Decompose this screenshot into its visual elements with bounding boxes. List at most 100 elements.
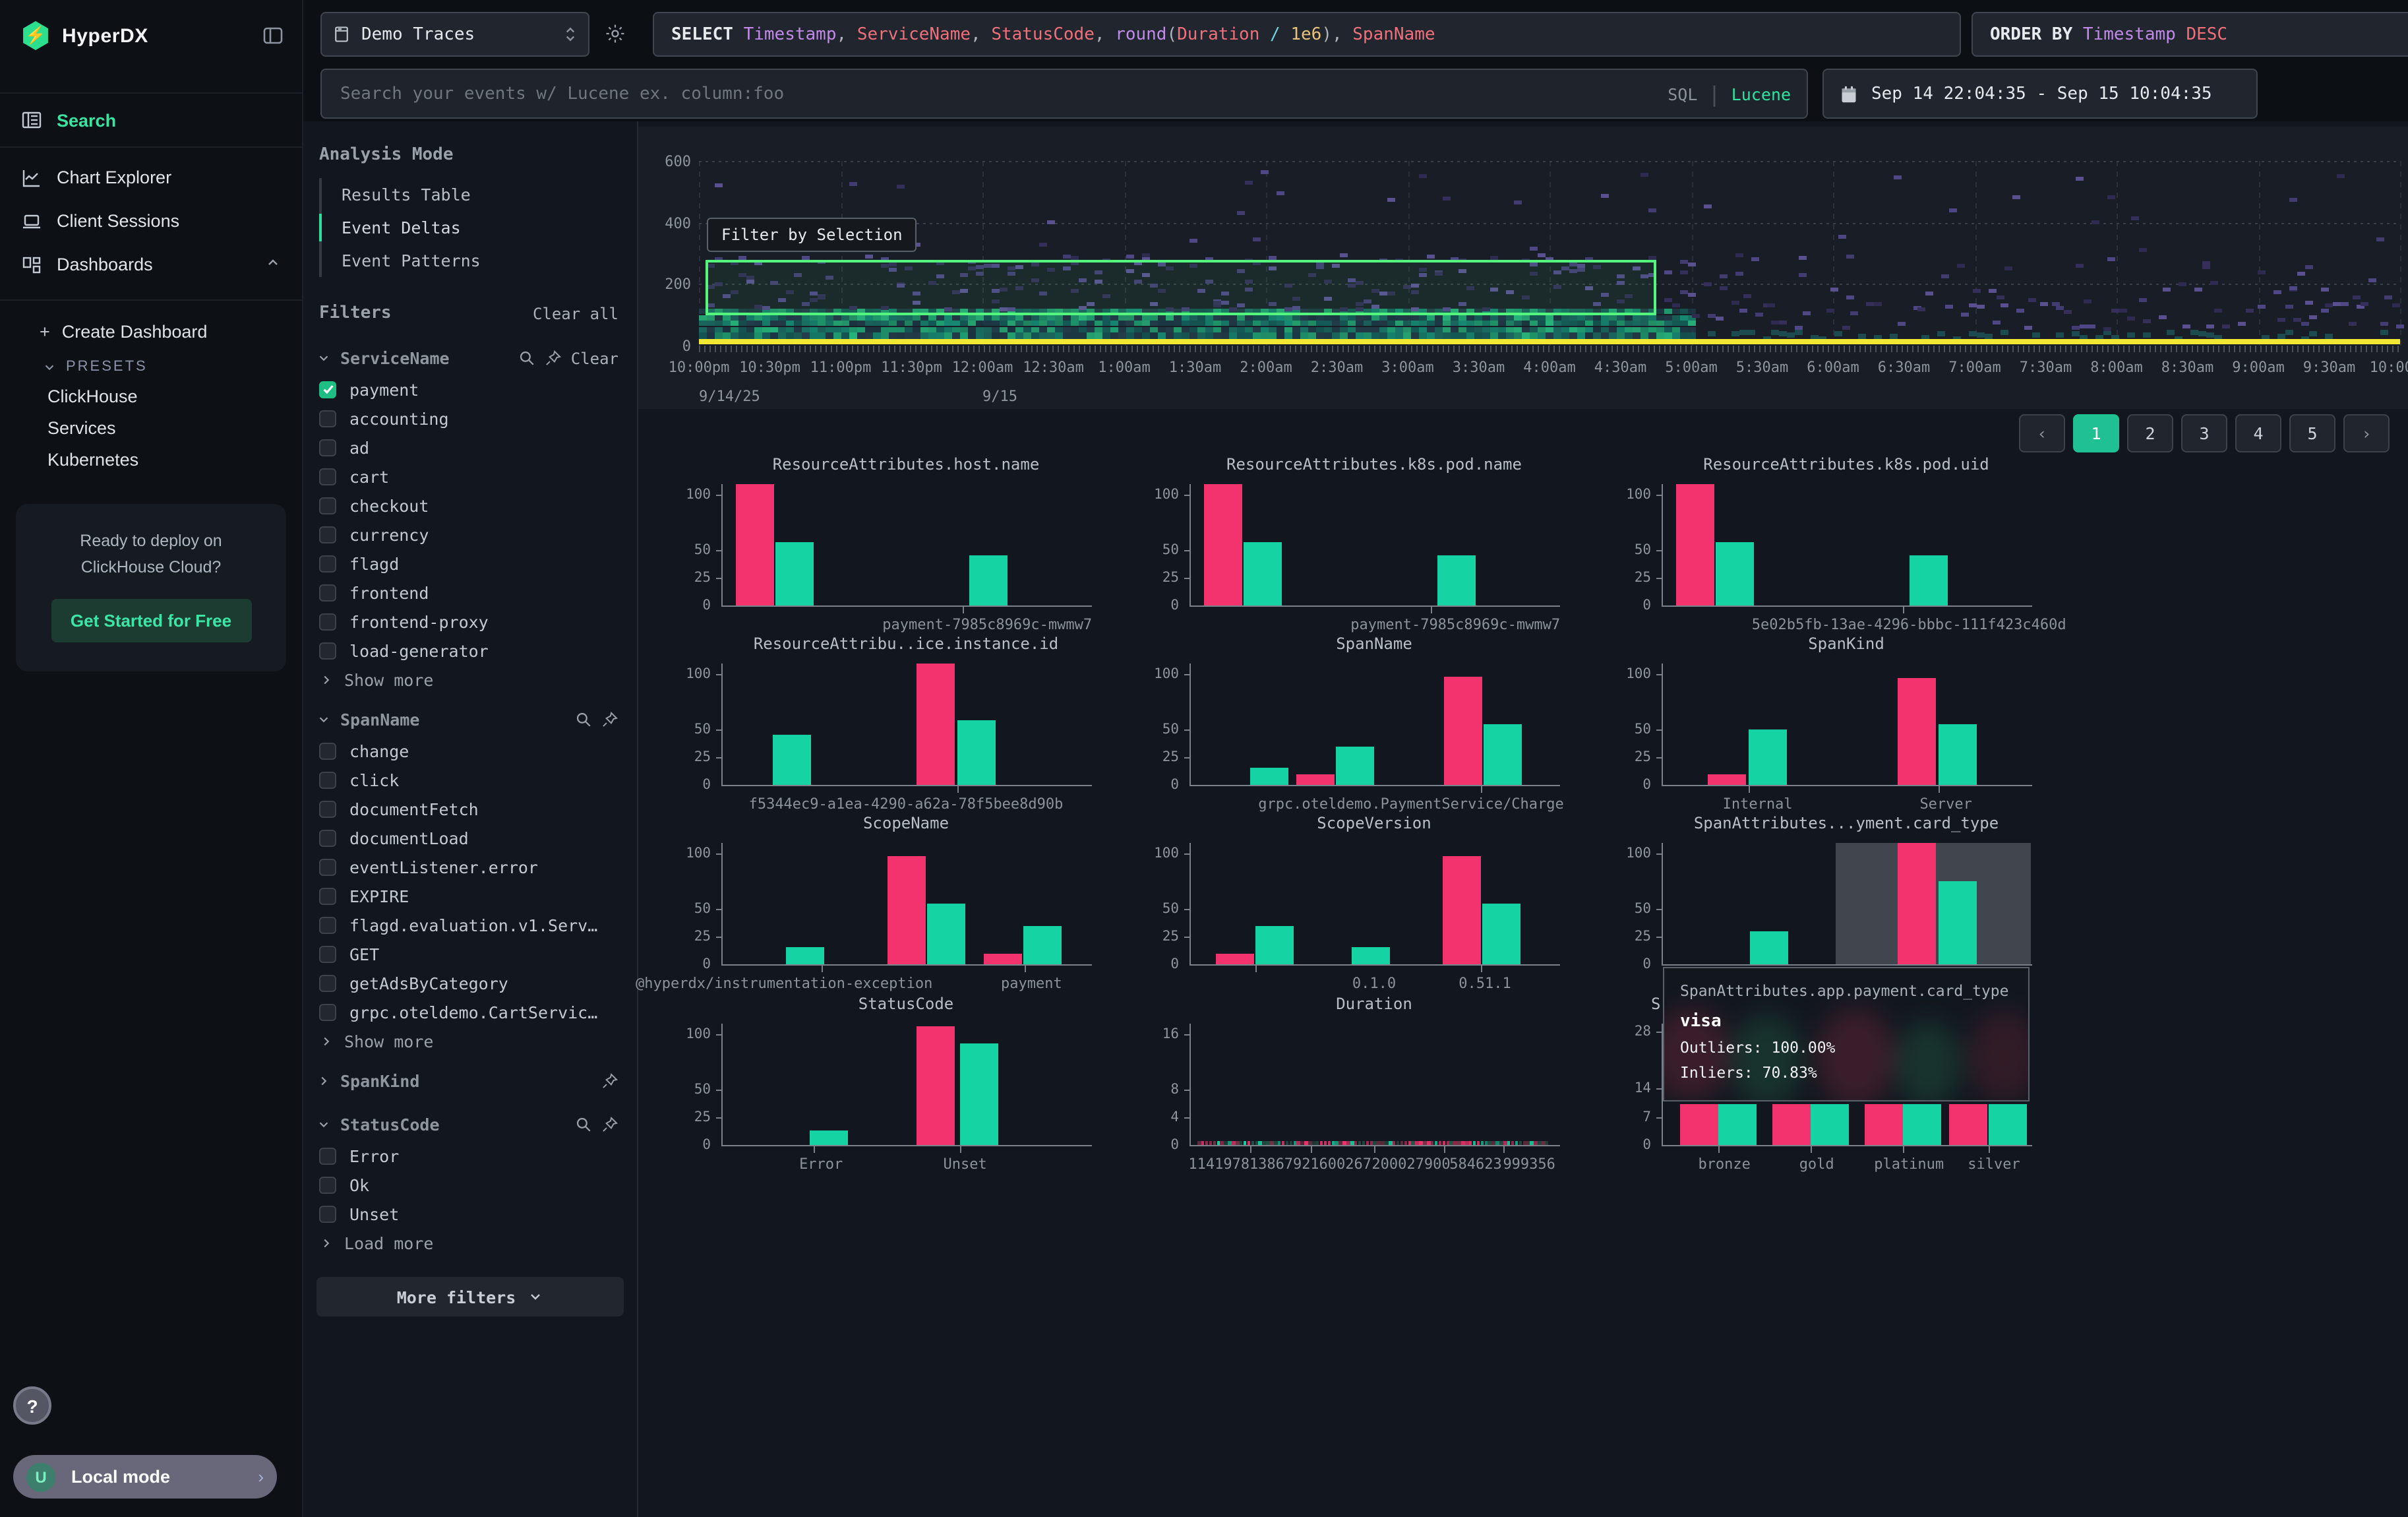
show-more-button[interactable]: Show more — [303, 665, 637, 693]
filter-checkbox-expire[interactable]: EXPIRE — [303, 881, 637, 910]
more-filters-button[interactable]: More filters — [316, 1277, 624, 1316]
section-chevron-icon[interactable] — [316, 712, 331, 727]
section-pin-icon[interactable] — [601, 1072, 618, 1090]
filter-checkbox-error[interactable]: Error — [303, 1141, 637, 1170]
filter-checkbox-checkout[interactable]: checkout — [303, 491, 637, 520]
checkbox[interactable] — [319, 1176, 336, 1193]
filter-checkbox-ok[interactable]: Ok — [303, 1170, 637, 1199]
clear-all-button[interactable]: Clear all — [533, 304, 618, 323]
filter-checkbox-documentload[interactable]: documentLoad — [303, 823, 637, 852]
checkbox[interactable] — [319, 410, 336, 427]
checkbox[interactable] — [319, 974, 336, 991]
checkbox[interactable] — [319, 381, 336, 398]
pagination-page-3[interactable]: 3 — [2181, 414, 2227, 452]
selection-rectangle[interactable] — [706, 259, 1656, 315]
checkbox[interactable] — [319, 1205, 336, 1222]
section-chevron-icon[interactable] — [316, 1074, 331, 1088]
filter-checkbox-frontend-proxy[interactable]: frontend-proxy — [303, 607, 637, 636]
section-chevron-icon[interactable] — [316, 351, 331, 365]
checkbox[interactable] — [319, 829, 336, 846]
pagination-prev-button[interactable]: ‹ — [2019, 414, 2065, 452]
filter-checkbox-ad[interactable]: ad — [303, 433, 637, 462]
filter-checkbox-getadsbycategory[interactable]: getAdsByCategory — [303, 968, 637, 997]
checkbox[interactable] — [319, 916, 336, 933]
checkbox[interactable] — [319, 439, 336, 456]
filter-checkbox-currency[interactable]: currency — [303, 520, 637, 549]
local-mode-button[interactable]: U Local mode › — [13, 1455, 277, 1499]
filter-checkbox-get[interactable]: GET — [303, 939, 637, 968]
sidebar-item-search[interactable]: Search — [0, 92, 302, 148]
pagination-page-1[interactable]: 1 — [2073, 414, 2119, 452]
sql-select-input[interactable]: SELECT Timestamp, ServiceName, StatusCod… — [653, 12, 1961, 57]
section-pin-icon[interactable] — [601, 1116, 618, 1133]
analysis-mode-event-patterns[interactable]: Event Patterns — [322, 244, 637, 277]
get-started-button[interactable]: Get Started for Free — [51, 599, 251, 642]
filter-checkbox-frontend[interactable]: frontend — [303, 578, 637, 607]
checkbox[interactable] — [319, 613, 336, 630]
filter-checkbox-accounting[interactable]: accounting — [303, 404, 637, 433]
section-search-icon[interactable] — [518, 350, 535, 367]
source-select[interactable]: Demo Traces — [320, 12, 589, 57]
checkbox[interactable] — [319, 1147, 336, 1164]
filter-checkbox-cart[interactable]: cart — [303, 462, 637, 491]
help-button[interactable]: ? — [13, 1386, 51, 1425]
presets-toggle[interactable]: PRESETS — [0, 348, 302, 380]
section-pin-icon[interactable] — [601, 711, 618, 728]
search-input[interactable] — [338, 82, 1668, 105]
date-range-picker[interactable]: Sep 14 22:04:35 - Sep 15 10:04:35 — [1822, 69, 2258, 119]
filter-checkbox-click[interactable]: click — [303, 765, 637, 794]
checkbox[interactable] — [319, 771, 336, 788]
order-by-input[interactable]: ORDER BY Timestamp DESC — [1972, 12, 2408, 57]
sidebar-item-chart-explorer[interactable]: Chart Explorer — [0, 156, 302, 199]
section-chevron-icon[interactable] — [316, 1117, 331, 1132]
filter-checkbox-payment[interactable]: payment — [303, 375, 637, 404]
filter-checkbox-grpc-oteldemo-cartservic-[interactable]: grpc.oteldemo.CartServic… — [303, 997, 637, 1026]
show-more-button[interactable]: Show more — [303, 1026, 637, 1054]
pagination-page-2[interactable]: 2 — [2127, 414, 2173, 452]
checkbox[interactable] — [319, 497, 336, 514]
checkbox[interactable] — [319, 858, 336, 875]
analysis-mode-results-table[interactable]: Results Table — [322, 178, 637, 211]
section-search-icon[interactable] — [575, 1116, 592, 1133]
pagination-page-5[interactable]: 5 — [2289, 414, 2335, 452]
language-lucene-toggle[interactable]: Lucene — [1731, 84, 1791, 104]
filter-checkbox-documentfetch[interactable]: documentFetch — [303, 794, 637, 823]
create-dashboard-button[interactable]: + Create Dashboard — [0, 314, 302, 348]
checkbox[interactable] — [319, 555, 336, 572]
sidebar-item-client-sessions[interactable]: Client Sessions — [0, 199, 302, 243]
gear-icon[interactable] — [604, 22, 626, 51]
heatmap-plot[interactable] — [699, 161, 2400, 346]
section-search-icon[interactable] — [575, 711, 592, 728]
checkbox[interactable] — [319, 1003, 336, 1020]
pagination-page-4[interactable]: 4 — [2235, 414, 2281, 452]
filter-by-selection-button[interactable]: Filter by Selection — [707, 218, 917, 252]
checkbox[interactable] — [319, 468, 336, 485]
sidebar-item-clickhouse[interactable]: ClickHouse — [0, 380, 302, 412]
pagination-next-button[interactable]: › — [2343, 414, 2390, 452]
chevron-down-icon — [527, 1289, 543, 1305]
analysis-mode-event-deltas[interactable]: Event Deltas — [322, 211, 637, 244]
checkbox[interactable] — [319, 800, 336, 817]
filter-checkbox-flagd-evaluation-v1-serv-[interactable]: flagd.evaluation.v1.Serv… — [303, 910, 637, 939]
filter-checkbox-load-generator[interactable]: load-generator — [303, 636, 637, 665]
checkbox[interactable] — [319, 584, 336, 601]
checkbox[interactable] — [319, 742, 336, 759]
checkbox[interactable] — [319, 526, 336, 543]
chart-plot-status-code[interactable] — [721, 1024, 1092, 1146]
language-sql-toggle[interactable]: SQL — [1668, 84, 1697, 104]
collapse-sidebar-icon[interactable] — [262, 25, 284, 46]
section-pin-icon[interactable] — [545, 350, 562, 367]
filter-checkbox-eventlistener-error[interactable]: eventListener.error — [303, 852, 637, 881]
checkbox[interactable] — [319, 642, 336, 659]
checkbox[interactable] — [319, 945, 336, 962]
show-more-button[interactable]: Load more — [303, 1228, 637, 1256]
sidebar-item-dashboards[interactable]: Dashboards — [0, 243, 302, 286]
filter-checkbox-change[interactable]: change — [303, 736, 637, 765]
filter-checkbox-flagd[interactable]: flagd — [303, 549, 637, 578]
filter-checkbox-unset[interactable]: Unset — [303, 1199, 637, 1228]
chart-plot-duration[interactable] — [1189, 1024, 1560, 1146]
section-clear-button[interactable]: Clear — [571, 349, 618, 367]
sidebar-item-services[interactable]: Services — [0, 412, 302, 443]
checkbox[interactable] — [319, 887, 336, 904]
sidebar-item-kubernetes[interactable]: Kubernetes — [0, 443, 302, 475]
